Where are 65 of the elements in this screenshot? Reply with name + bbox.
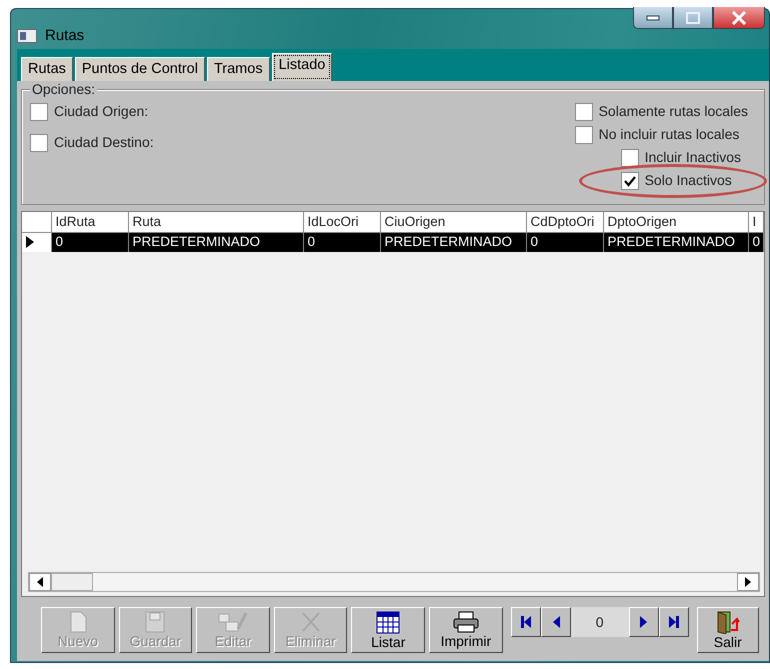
column-header[interactable]: CdDptoOri (526, 212, 604, 232)
left-arrow-icon (37, 577, 43, 587)
checkbox-label: Ciudad Origen: (54, 102, 148, 121)
column-header[interactable]: DptoOrigen (604, 212, 749, 232)
record-number-field[interactable]: 0 (570, 607, 629, 637)
checkbox-label: Incluir Inactivos (644, 148, 742, 167)
checkbox[interactable] (30, 102, 48, 120)
table-cell: 0 (304, 232, 381, 252)
checkbox-label: Solo Inactivos (644, 171, 732, 190)
column-header[interactable]: IdLocOri (304, 212, 381, 232)
exit-button[interactable]: Salir (696, 607, 759, 653)
checkbox-label: No incluir rutas locales (598, 125, 740, 144)
tab[interactable]: Rutas (21, 57, 73, 81)
window-title: Rutas (45, 26, 84, 46)
checkbox[interactable] (574, 126, 593, 144)
tab[interactable]: Tramos (206, 57, 270, 81)
table-cell: PREDETERMINADO (604, 232, 749, 252)
checkbox[interactable] (620, 148, 639, 166)
current-row-arrow-icon (25, 235, 35, 250)
scroll-right-button[interactable] (737, 573, 759, 591)
door-exit-icon (714, 610, 741, 634)
last-record-button[interactable] (658, 607, 689, 637)
table-cell: PREDETERMINADO (128, 232, 304, 252)
table-cell: PREDETERMINADO (380, 232, 527, 252)
last-record-icon (668, 615, 680, 629)
table-row[interactable]: 0 PREDETERMINADO 0 PREDETERMINADO 0 PREDETERMINADO 0 (22, 232, 764, 252)
tab[interactable]: Listado (272, 53, 332, 81)
group-label: Opciones: (30, 81, 98, 97)
maximize-button[interactable] (673, 7, 713, 29)
column-header[interactable]: Ruta (128, 212, 304, 232)
right-arrow-icon (745, 577, 751, 587)
table-cell: 0 (526, 232, 604, 252)
checkbox[interactable] (620, 172, 639, 190)
tab[interactable]: Puntos de Control (74, 57, 205, 81)
calendar-icon (376, 610, 400, 634)
checkbox-label: Solamente rutas locales (598, 102, 748, 121)
scroll-thumb[interactable] (51, 573, 93, 591)
app-icon (17, 29, 37, 44)
checkbox[interactable] (574, 102, 593, 120)
table-cell: 0 (52, 232, 129, 252)
column-header[interactable]: CiuOrigen (380, 212, 527, 232)
previous-record-button[interactable] (540, 607, 571, 637)
close-icon (731, 10, 747, 24)
column-header[interactable]: IdRuta (52, 212, 129, 232)
first-record-icon (520, 615, 532, 629)
first-record-button[interactable] (510, 607, 541, 637)
column-header[interactable]: I (748, 212, 764, 232)
next-record-icon (640, 615, 648, 629)
edit-icon (218, 611, 248, 633)
toolbar-button[interactable]: Listar (351, 607, 426, 653)
header-corner-cell (22, 212, 52, 232)
page-icon (68, 611, 87, 633)
next-record-button[interactable] (628, 607, 659, 637)
horizontal-scrollbar[interactable] (28, 572, 760, 592)
close-button[interactable] (713, 7, 765, 29)
maximize-icon (686, 12, 700, 24)
minimize-icon (646, 14, 660, 20)
scroll-left-button[interactable] (29, 573, 51, 591)
checkbox-label: Ciudad Destino: (54, 133, 154, 152)
minimize-button[interactable] (633, 7, 673, 29)
previous-record-icon (552, 615, 560, 629)
cross-icon (300, 611, 321, 633)
toolbar-button[interactable]: Imprimir (429, 607, 503, 653)
printer-icon (452, 611, 480, 633)
checkbox[interactable] (30, 134, 48, 152)
